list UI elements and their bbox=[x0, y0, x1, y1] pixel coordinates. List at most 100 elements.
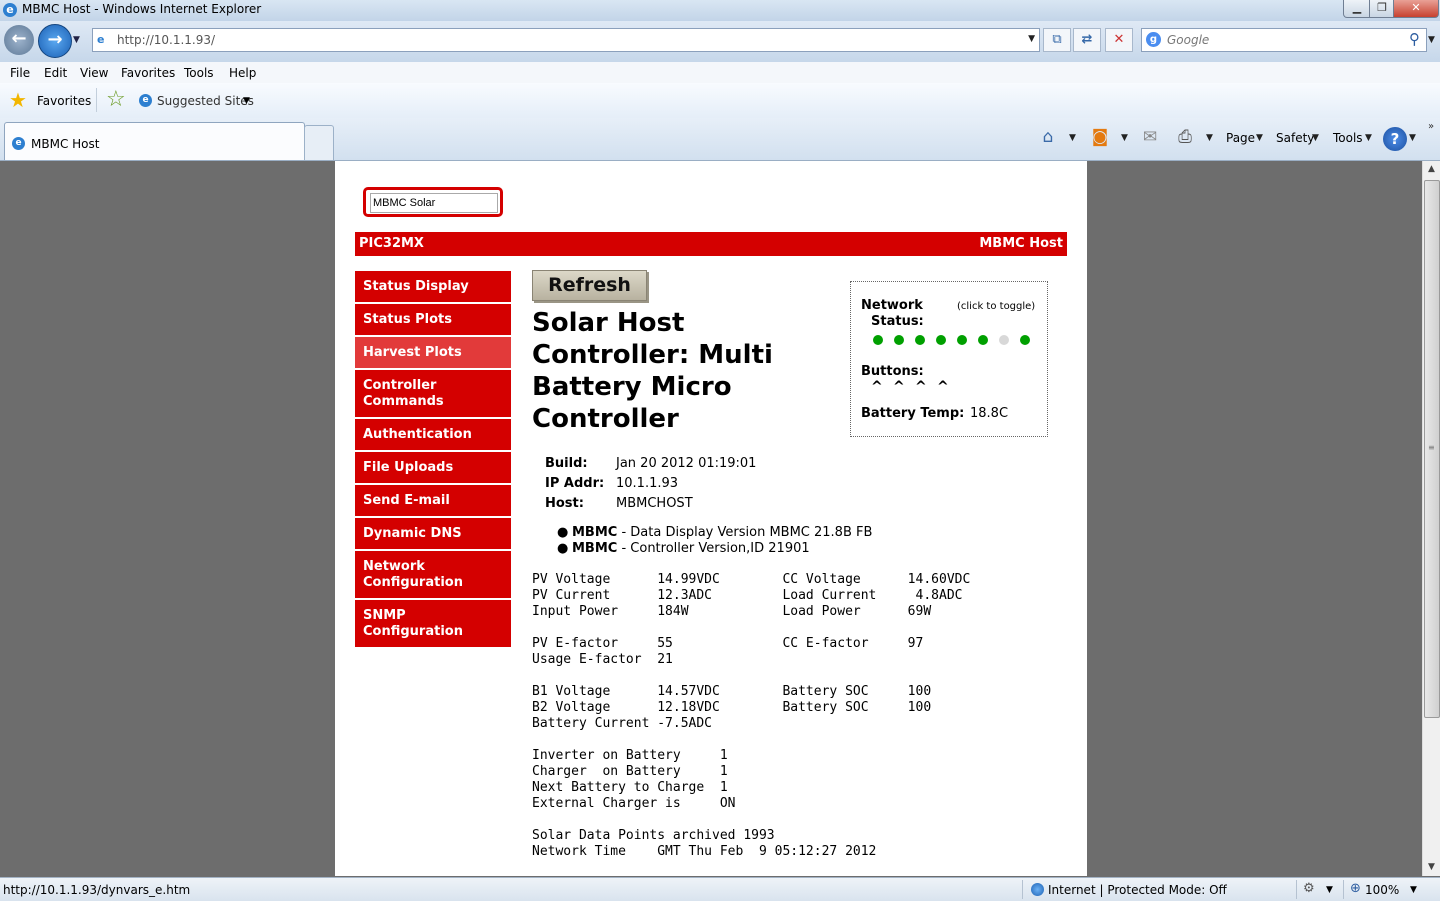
accelerator-icon[interactable]: ⚙ bbox=[1303, 881, 1315, 896]
nav-snmp-configuration[interactable]: SNMP Configuration bbox=[355, 600, 511, 647]
nav-file-uploads[interactable]: File Uploads bbox=[355, 452, 511, 483]
menu-edit[interactable]: Edit bbox=[44, 66, 67, 80]
nav-authentication[interactable]: Authentication bbox=[355, 419, 511, 450]
mail-icon[interactable]: ✉ bbox=[1139, 126, 1161, 148]
status-led[interactable] bbox=[957, 335, 967, 345]
print-dropdown-icon[interactable]: ▼ bbox=[1206, 133, 1213, 143]
status-led[interactable] bbox=[978, 335, 988, 345]
reading-line: Network Time GMT Thu Feb 9 05:12:27 2012 bbox=[532, 844, 877, 859]
menu-tools[interactable]: Tools bbox=[184, 66, 214, 80]
menu-help[interactable]: Help bbox=[229, 66, 256, 80]
battery-temp-label: Battery Temp: bbox=[861, 406, 965, 421]
version-text: - Data Display Version MBMC 21.8B FB bbox=[617, 525, 873, 540]
maximize-button[interactable]: ❐ bbox=[1369, 0, 1395, 18]
zoom-level[interactable]: 100% bbox=[1365, 883, 1399, 897]
stop-icon[interactable]: ✕ bbox=[1105, 28, 1133, 52]
title-line: Controller bbox=[532, 404, 679, 434]
favorites-bar: ★ Favorites ☆ e Suggested Sites ▼ bbox=[0, 83, 1440, 118]
home-icon[interactable]: ⌂ bbox=[1037, 126, 1059, 148]
command-bar-overflow-icon[interactable]: » bbox=[1428, 121, 1434, 132]
status-led[interactable] bbox=[894, 335, 904, 345]
security-zone[interactable]: Internet | Protected Mode: Off bbox=[1048, 883, 1227, 897]
zoom-icon[interactable]: ⊕ bbox=[1350, 881, 1361, 896]
search-input[interactable]: g Google ⚲ bbox=[1141, 28, 1427, 52]
menu-bar: File Edit View Favorites Tools Help bbox=[0, 62, 1440, 84]
address-field[interactable]: e http://10.1.1.93/ ▼ bbox=[92, 28, 1040, 52]
home-dropdown-icon[interactable]: ▼ bbox=[1069, 133, 1076, 143]
print-icon[interactable]: ⎙ bbox=[1174, 126, 1196, 148]
close-button[interactable]: ✕ bbox=[1393, 0, 1439, 18]
favorites-button[interactable]: Favorites bbox=[37, 94, 91, 108]
add-to-favorites-icon[interactable]: ☆ bbox=[106, 89, 126, 111]
tab-page-icon: e bbox=[12, 137, 25, 150]
tab-row: e MBMC Host ⌂ ▼ ◙ ▼ ✉ ⎙ ▼ Page ▼ Safety … bbox=[0, 118, 1440, 161]
nav-dynamic-dns[interactable]: Dynamic DNS bbox=[355, 518, 511, 549]
new-tab-button[interactable] bbox=[304, 125, 334, 160]
tools-dropdown-icon[interactable]: ▼ bbox=[1365, 133, 1372, 143]
page-menu[interactable]: Page bbox=[1226, 131, 1255, 145]
suggested-sites-link[interactable]: Suggested Sites bbox=[157, 94, 254, 108]
reading-line: PV Current 12.3ADC Load Current 4.8ADC bbox=[532, 588, 963, 603]
accelerator-dropdown-icon[interactable]: ▼ bbox=[1326, 885, 1333, 895]
reading-line: Input Power 184W Load Power 69W bbox=[532, 604, 932, 619]
tab-title: MBMC Host bbox=[31, 137, 100, 151]
back-button[interactable]: ← bbox=[4, 25, 34, 55]
status-led[interactable] bbox=[999, 335, 1009, 345]
nav-network-configuration[interactable]: Network Configuration bbox=[355, 551, 511, 598]
ie-logo-icon: e bbox=[3, 3, 17, 17]
reading-line: PV E-factor 55 CC E-factor 97 bbox=[532, 636, 924, 651]
zoom-dropdown-icon[interactable]: ▼ bbox=[1410, 885, 1417, 895]
menu-file[interactable]: File bbox=[10, 66, 30, 80]
safety-dropdown-icon[interactable]: ▼ bbox=[1312, 133, 1319, 143]
menu-favorites[interactable]: Favorites bbox=[121, 66, 175, 80]
favorites-star-icon[interactable]: ★ bbox=[9, 90, 27, 110]
status-led[interactable] bbox=[1020, 335, 1030, 345]
tools-menu[interactable]: Tools bbox=[1333, 131, 1363, 145]
feeds-icon[interactable]: ◙ bbox=[1089, 126, 1111, 148]
scroll-down-icon[interactable]: ▼ bbox=[1423, 859, 1440, 876]
reading-line bbox=[532, 620, 970, 636]
button-indicator: ^ bbox=[915, 379, 927, 395]
search-icon[interactable]: ⚲ bbox=[1409, 30, 1420, 48]
battery-temp-value: 18.8C bbox=[970, 406, 1009, 421]
address-text[interactable]: http://10.1.1.93/ bbox=[117, 33, 215, 47]
scroll-thumb[interactable]: ≡ bbox=[1424, 180, 1440, 718]
forward-button[interactable]: → bbox=[38, 24, 72, 58]
status-led[interactable] bbox=[915, 335, 925, 345]
help-dropdown-icon[interactable]: ▼ bbox=[1409, 133, 1416, 143]
nav-status-display[interactable]: Status Display bbox=[355, 271, 511, 302]
reading-line: Solar Data Points archived 1993 bbox=[532, 828, 775, 843]
help-icon[interactable]: ? bbox=[1383, 127, 1407, 151]
nav-status-plots[interactable]: Status Plots bbox=[355, 304, 511, 335]
safety-menu[interactable]: Safety bbox=[1276, 131, 1314, 145]
refresh-button[interactable]: Refresh bbox=[532, 270, 647, 301]
reading-line bbox=[532, 732, 970, 748]
reading-line: Battery Current -7.5ADC bbox=[532, 716, 713, 731]
scroll-up-icon[interactable]: ▲ bbox=[1423, 161, 1440, 178]
address-dropdown-icon[interactable]: ▼ bbox=[1028, 34, 1035, 44]
toggle-hint[interactable]: (click to toggle) bbox=[957, 301, 1035, 312]
info-key: Build: bbox=[545, 455, 588, 471]
status-led[interactable] bbox=[873, 335, 883, 345]
network-status-panel[interactable]: Network Status: (click to toggle) Button… bbox=[850, 281, 1048, 437]
search-options-dropdown-icon[interactable]: ▼ bbox=[1428, 35, 1435, 45]
info-value: 10.1.1.93 bbox=[616, 475, 679, 491]
suggested-sites-dropdown-icon[interactable]: ▼ bbox=[243, 96, 250, 106]
menu-view[interactable]: View bbox=[80, 66, 108, 80]
feeds-dropdown-icon[interactable]: ▼ bbox=[1121, 133, 1128, 143]
nav-controller-commands[interactable]: Controller Commands bbox=[355, 370, 511, 417]
nav-label-line1: Controller bbox=[363, 378, 437, 393]
recent-pages-dropdown-icon[interactable]: ▼ bbox=[73, 35, 80, 45]
page-dropdown-icon[interactable]: ▼ bbox=[1256, 133, 1263, 143]
minimize-button[interactable]: ▁ bbox=[1343, 0, 1371, 18]
refresh-icon[interactable]: ⇄ bbox=[1073, 28, 1101, 52]
tab-mbmc-host[interactable]: e MBMC Host bbox=[4, 122, 305, 160]
vertical-scrollbar[interactable]: ▲ ≡ ▼ bbox=[1422, 161, 1440, 876]
nav-label-line2: Commands bbox=[363, 394, 444, 409]
compatibility-view-icon[interactable]: ⧉ bbox=[1043, 28, 1071, 52]
nav-harvest-plots[interactable]: Harvest Plots bbox=[355, 337, 511, 368]
reading-line: Inverter on Battery 1 bbox=[532, 748, 728, 763]
status-led[interactable] bbox=[936, 335, 946, 345]
nav-send-email[interactable]: Send E-mail bbox=[355, 485, 511, 516]
version-text: - Controller Version,ID 21901 bbox=[617, 541, 810, 556]
